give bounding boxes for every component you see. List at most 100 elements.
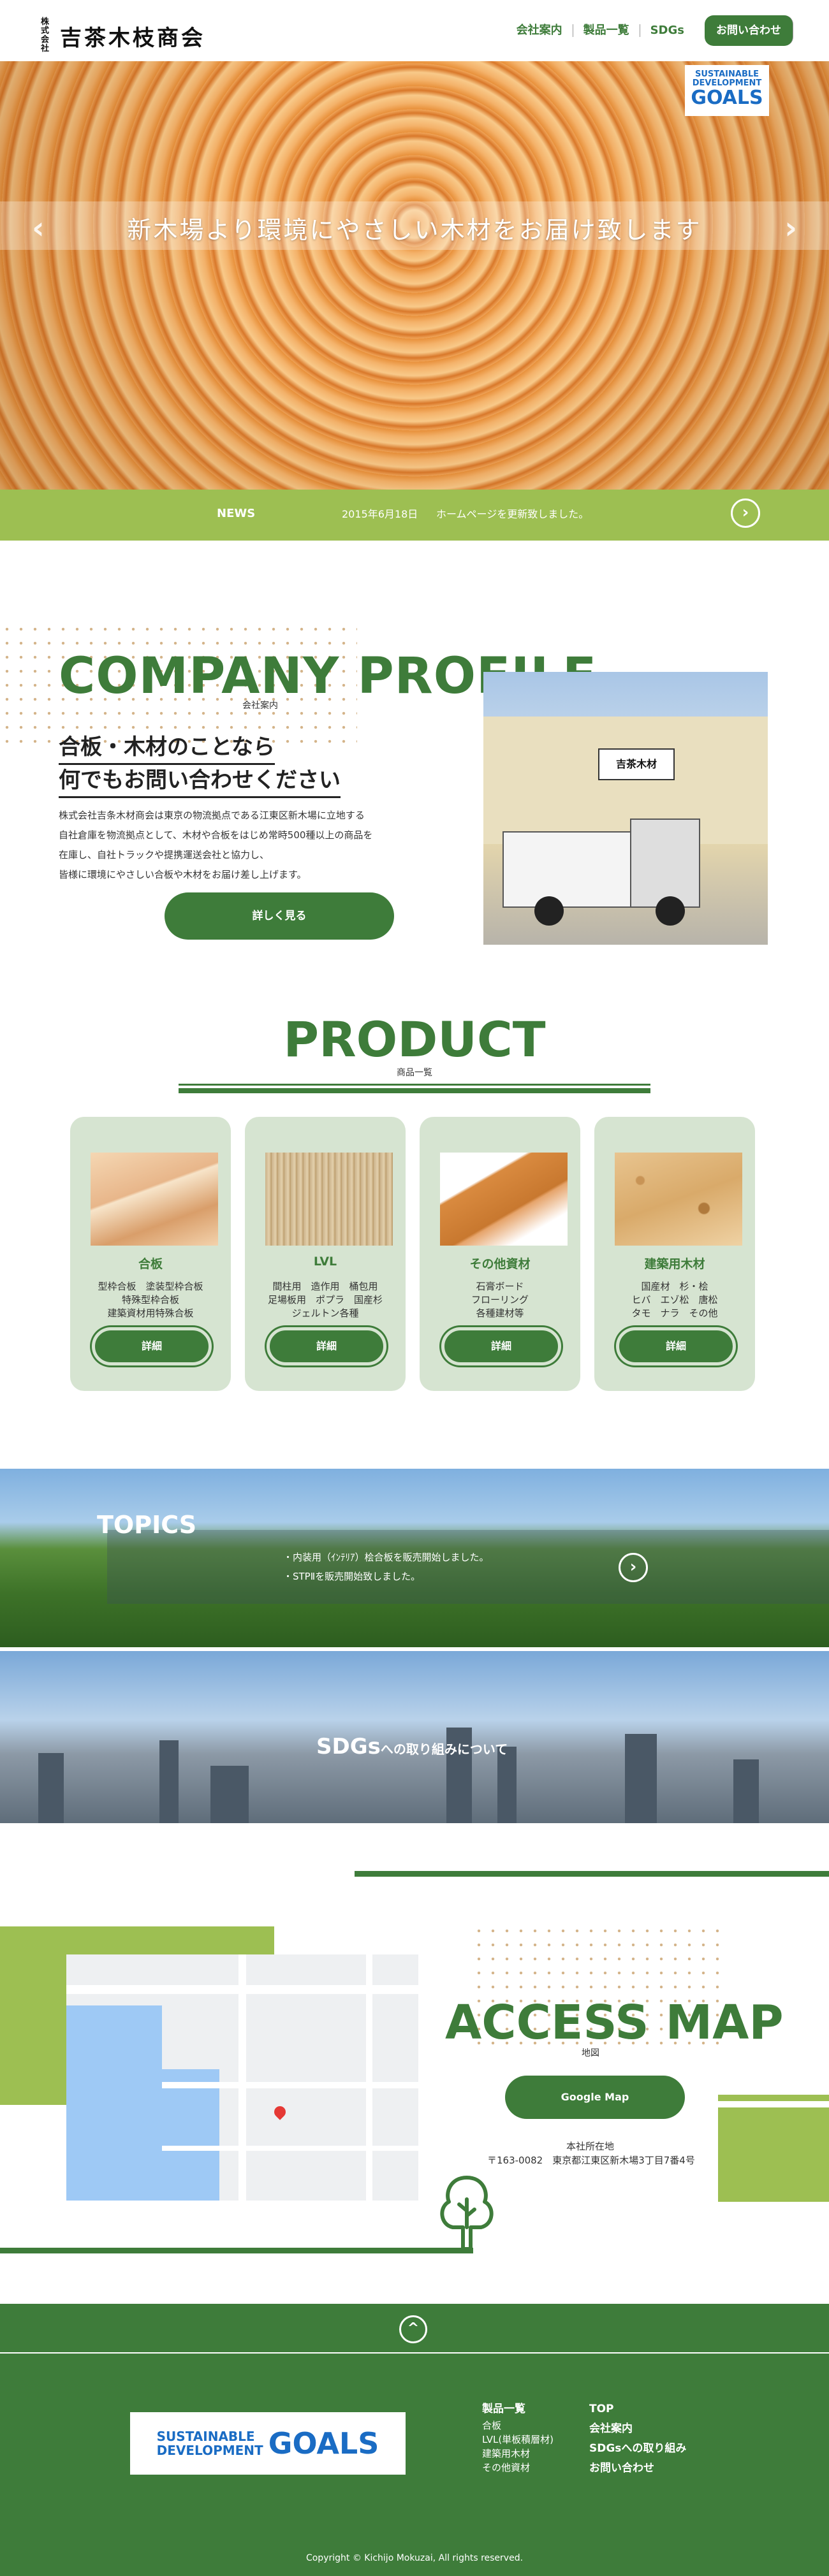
topics-overlay [107,1530,829,1604]
footer-link-products[interactable]: 製品一覧 [482,2402,554,2416]
footer-sdg-goals: GOALS [268,2426,379,2461]
hero-image [0,61,829,490]
main-nav: 会社案内 製品一覧 SDGs お問い合わせ [506,15,793,46]
footer-sdg-line: SUSTAINABLE [156,2429,255,2444]
access-map[interactable] [66,1954,418,2201]
product-description: 国産材 杉・桧 ヒバ エゾ松 唐松 タモ ナラ その他 [594,1280,755,1320]
company-description-line: 皆様に環境にやさしい合板や木材をお届け差し上げます。 [59,869,307,880]
sdg-logo-goals: GOALS [691,87,763,109]
building-shape [38,1753,64,1823]
truck-cab [630,819,700,908]
chevron-up-icon[interactable]: ^ [399,2315,427,2343]
news-text[interactable]: ホームページを更新致しました。 [436,506,589,521]
map-road [162,2082,418,2088]
topics-title: TOPICS [97,1511,197,1539]
decor-block [718,2107,829,2202]
footer-link[interactable]: 合板 [482,2419,554,2433]
product-detail-button[interactable]: 詳細 [267,1327,386,1365]
sdgs-label-rest: への取り組みについて [380,1742,508,1757]
company-photo: 吉茶木材 [483,672,768,945]
footer-link-top[interactable]: TOP [589,2399,686,2419]
footer-link[interactable]: 建築用木材 [482,2447,554,2461]
divider [0,2352,829,2354]
news-date: 2015年6月18日 [342,508,418,520]
truck-wheel [656,896,685,926]
company-more-button[interactable]: 詳しく見る [165,892,394,940]
company-subtitle: 会社案内 [242,701,278,711]
divider [0,2248,473,2253]
company-description-line: 在庫し、自社トラックや提携運送会社と協力し、 [59,849,270,861]
tree-icon [440,2176,494,2251]
footer-sdg-line: DEVELOPMENT [156,2443,263,2458]
decor-line [718,2095,829,2101]
sdgs-link[interactable]: SDGsへの取り組みについて [316,1734,508,1759]
footer-sdg-logo: SUSTAINABLE DEVELOPMENT GOALS [130,2412,406,2475]
footer-link-sdgs[interactable]: SDGsへの取り組み [589,2439,686,2459]
footer-link[interactable]: LVL(単板積層材) [482,2433,554,2447]
company-description-line: 株式会社吉条木材商会は東京の物流拠点である江東区新木場に立地する [59,810,365,821]
building-shape [210,1766,249,1823]
product-image [615,1153,742,1246]
product-card-lvl: LVL 間柱用 造作用 桶包用 足場板用 ポプラ 国産杉 ジェルトン各種 詳細 [245,1117,406,1391]
hero-slider [0,61,829,490]
product-image [265,1153,393,1246]
nav-company[interactable]: 会社案内 [506,24,573,37]
footer-link[interactable]: その他資材 [482,2461,554,2475]
product-detail-button[interactable]: 詳細 [92,1327,212,1365]
hero-headline: 新木場より環境にやさしい木材をお届け致します [127,216,702,244]
building-shape [625,1734,657,1823]
topics-item[interactable]: ・内装用（ｲﾝﾃﾘｱ）桧合板を販売開始しました。 [283,1550,489,1564]
product-description-line: 建築資材用特殊合板 [107,1307,194,1319]
product-description-line: 型枠合板 塗装型枠合板 [98,1281,203,1292]
product-name: その他資材 [469,1257,531,1271]
product-name: LVL [313,1255,337,1269]
site-logo[interactable]: 株式会社 吉茶木枝商会 [41,18,205,54]
logo-name: 吉茶木枝商会 [60,25,205,51]
product-description-line: 国産材 杉・桧 [641,1281,708,1292]
product-image [91,1153,218,1246]
product-detail-button[interactable]: 詳細 [616,1327,736,1365]
topics-item[interactable]: ・STPⅡを販売開始致しました。 [283,1569,420,1583]
copyright: Copyright © Kichijo Mokuzai, All rights … [305,2553,524,2563]
truck-wheel [534,896,564,926]
map-water [162,2069,219,2201]
building-shape [733,1759,759,1823]
google-map-button[interactable]: Google Map [505,2076,685,2119]
address-label: 本社所在地 [566,2141,615,2152]
arrow-right-icon[interactable]: › [731,498,760,528]
product-name: 合板 [138,1257,163,1271]
divider [179,1088,650,1093]
product-image [440,1153,568,1246]
nav-products[interactable]: 製品一覧 [573,24,640,37]
address-text: 〒163-0082 東京都江東区新木場3丁目7番4号 [487,2155,695,2166]
footer-sdg-text: SUSTAINABLE DEVELOPMENT [157,2429,263,2457]
footer-products-column: 製品一覧 合板 LVL(単板積層材) 建築用木材 その他資材 [482,2402,554,2475]
footer-link-contact[interactable]: お問い合わせ [589,2459,686,2478]
sdg-logo: SUSTAINABLE DEVELOPMENT GOALS [685,65,769,116]
company-description: 株式会社吉条木材商会は東京の物流拠点である江東区新木場に立地する 自社倉庫を物流… [59,806,416,885]
arrow-right-icon[interactable]: › [619,1553,648,1582]
sdgs-label-main: SDGs [316,1734,381,1759]
chevron-right-icon[interactable]: › [784,210,797,246]
map-road [238,1954,246,2201]
product-detail-button[interactable]: 詳細 [441,1327,561,1365]
product-description-line: 各種建材等 [476,1307,524,1319]
sdg-logo-text: SUSTAINABLE DEVELOPMENT [692,69,762,88]
product-description-line: 間柱用 造作用 桶包用 [272,1281,378,1292]
site-footer [0,2304,829,2576]
contact-button[interactable]: お問い合わせ [705,15,793,46]
company-catch-1: 合板・木材のことなら [59,729,275,765]
product-description-line: ヒバ エゾ松 唐松 [631,1294,718,1306]
access-subtitle: 地図 [582,2048,599,2058]
product-description-line: 石膏ボード [476,1281,524,1292]
company-description-line: 自社倉庫を物流拠点として、木材や合板をはじめ常時500種以上の商品を [59,829,373,841]
building-shape [159,1740,179,1823]
product-description-line: タモ ナラ その他 [631,1307,718,1319]
footer-link-company[interactable]: 会社案内 [589,2419,686,2439]
chevron-left-icon[interactable]: ‹ [32,210,45,246]
logo-company-type: 株式会社 [41,17,50,54]
nav-sdgs[interactable]: SDGs [640,24,694,37]
map-water [66,2005,162,2201]
warehouse [483,717,768,844]
product-description-line: 足場板用 ポプラ 国産杉 [267,1294,383,1306]
